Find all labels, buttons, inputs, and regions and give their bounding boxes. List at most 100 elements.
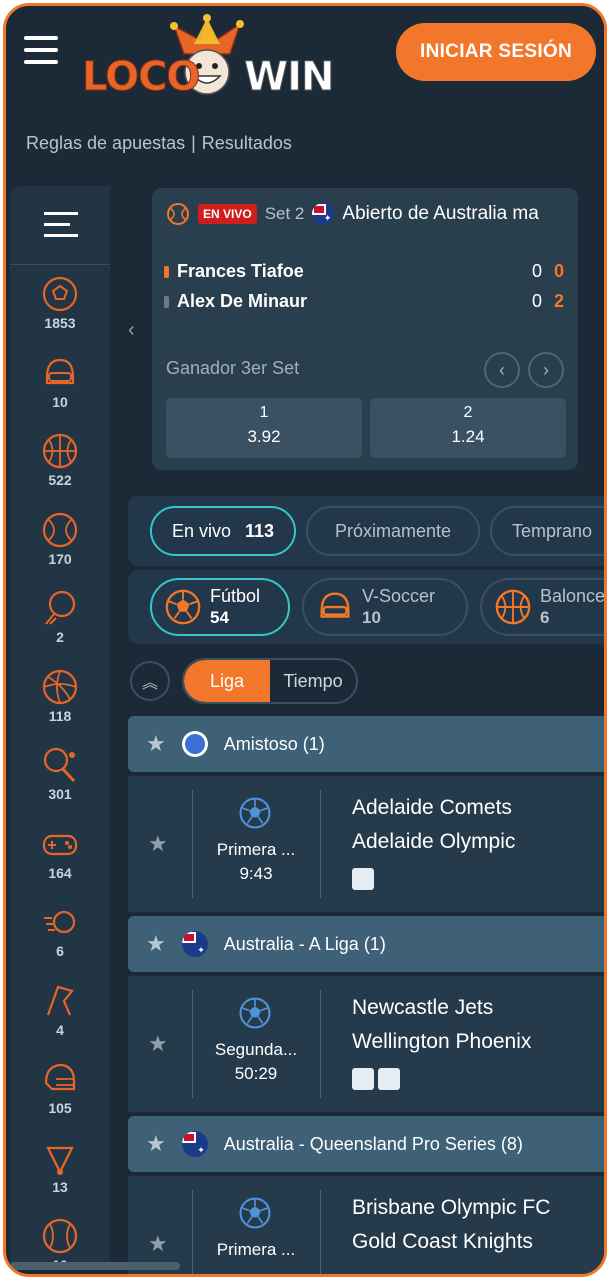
sport-count: 522 [48, 472, 72, 488]
link-separator: | [191, 133, 196, 153]
player-2-sets: 0 [532, 291, 543, 311]
sidebar-sport-item[interactable]: 164 [10, 824, 110, 902]
live-match-card[interactable]: EN VIVO Set 2 Abierto de Australia ma Fr… [152, 188, 578, 470]
match-period: Primera ... [216, 1240, 296, 1259]
sport-count: 10 [362, 608, 381, 627]
sidebar-sport-item[interactable]: 2 [10, 588, 110, 666]
sport-count: 1853 [44, 315, 76, 331]
sport-count: 164 [48, 864, 72, 881]
sport-filter-bar: Fútbol 54 V-Soccer 10 Balonce 6 [128, 570, 606, 644]
league-name: Australia - Queensland Pro Series (8) [223, 1133, 523, 1154]
toggle-league[interactable]: Liga [184, 660, 270, 702]
home-team: Adelaide Comets [352, 796, 512, 819]
market-prev-button[interactable]: ‹ [484, 352, 520, 388]
sidebar-sport-item[interactable]: 4 [10, 981, 110, 1059]
toggle-time[interactable]: Tiempo [270, 660, 356, 702]
odd-button-1[interactable]: 1 3.92 [166, 398, 362, 458]
star-icon[interactable]: ★ [148, 831, 168, 857]
stats-icon[interactable] [378, 1068, 400, 1090]
away-team: Gold Coast Knights [352, 1230, 533, 1253]
serve-indicator [164, 295, 169, 308]
basketball-icon [495, 589, 531, 625]
betting-rules-link[interactable]: Reglas de apuestas [26, 133, 185, 153]
australia-flag-icon [181, 931, 208, 957]
league-name: Amistoso (1) [223, 733, 325, 754]
odd-label: 2 [463, 404, 473, 421]
star-icon[interactable]: ★ [146, 931, 166, 957]
login-button[interactable]: INICIAR SESIÓN [396, 23, 596, 81]
sport-pill-vsoccer[interactable]: V-Soccer 10 [302, 578, 468, 636]
next-live-card[interactable] [604, 188, 607, 470]
away-team: Wellington Phoenix [352, 1030, 532, 1053]
player-name: Alex De Minaur [177, 291, 308, 311]
divider [320, 790, 321, 898]
esports-helmet-icon [45, 358, 75, 384]
sport-name: V-Soccer [362, 586, 436, 606]
australia-flag-icon [312, 203, 335, 225]
sidebar-sport-item[interactable]: 6 [10, 902, 110, 980]
filter-early[interactable]: Temprano [490, 506, 604, 556]
match-period: Segunda... [214, 1040, 298, 1059]
horizontal-scrollbar[interactable] [10, 1262, 180, 1270]
soccer-ball-icon [239, 1197, 271, 1229]
sidebar-sport-item[interactable]: 301 [10, 745, 110, 823]
soccer-ball-icon [239, 797, 271, 829]
stats-icon[interactable] [352, 868, 374, 890]
sidebar-menu-icon[interactable] [44, 212, 78, 245]
time-filter-bar: En vivo 113 Próximamente Temprano [128, 496, 604, 566]
sport-count: 105 [48, 1100, 72, 1116]
sidebar-sport-item[interactable]: 522 [10, 431, 110, 509]
filter-live[interactable]: En vivo 113 [150, 506, 296, 556]
away-team: Adelaide Olympic [352, 830, 516, 853]
logo[interactable]: LOCO WIN [81, 14, 335, 102]
league-header[interactable]: ★ Australia - Queensland Pro Series (8) [128, 1116, 604, 1172]
match-row[interactable]: ★ Primera ... 9:43 Adelaide Comets Adela… [128, 776, 604, 912]
sport-pill-basketball[interactable]: Balonce 6 [480, 578, 606, 636]
star-icon[interactable]: ★ [146, 1131, 166, 1157]
sidebar-sport-item[interactable]: 1853 [10, 274, 110, 352]
star-icon[interactable]: ★ [148, 1231, 168, 1257]
collapse-all-button[interactable]: ︽ [130, 661, 170, 701]
odd-label: 1 [259, 404, 269, 421]
set-label: Set 2 [264, 204, 305, 223]
odd-button-2[interactable]: 2 1.24 [370, 398, 566, 458]
league-header[interactable]: ★ Amistoso (1) [128, 716, 604, 772]
soccer-ball-icon [165, 589, 201, 625]
player-2: Alex De Minaur [164, 291, 307, 312]
player-2-games: 2 [554, 291, 565, 311]
serve-indicator [164, 265, 169, 278]
hamburger-menu-icon[interactable] [24, 36, 58, 66]
sidebar-sport-item[interactable]: 105 [10, 1059, 110, 1137]
carousel-prev-icon[interactable]: ‹ [128, 319, 135, 342]
match-row[interactable]: ★ Segunda... 50:29 Newcastle Jets Wellin… [128, 976, 604, 1112]
star-icon[interactable]: ★ [148, 1031, 168, 1057]
filter-upcoming[interactable]: Próximamente [306, 506, 480, 556]
sidebar-sport-item[interactable]: 170 [10, 510, 110, 588]
tournament-name: Abierto de Australia ma [342, 203, 539, 224]
filter-label: Temprano [512, 520, 593, 541]
star-icon[interactable]: ★ [146, 731, 166, 757]
international-flag-icon [181, 731, 208, 757]
sport-name: Balonce [540, 586, 606, 606]
filter-count: 113 [244, 520, 275, 541]
sidebar-sport-item[interactable]: 13 [10, 1138, 110, 1216]
baseball-icon [42, 1218, 78, 1254]
player-1-games: 0 [554, 261, 565, 281]
league-name: Australia - A Liga (1) [223, 933, 386, 954]
market-next-button[interactable]: › [528, 352, 564, 388]
header: LOCO WIN INICIAR SESIÓN [6, 6, 604, 106]
shuttlecock-icon [46, 1146, 74, 1175]
results-link[interactable]: Resultados [202, 133, 292, 153]
filter-label: En vivo [171, 520, 231, 541]
match-row[interactable]: ★ Primera ... Brisbane Olympic FC Gold C… [128, 1176, 604, 1274]
racing-flags-icon [46, 985, 74, 1015]
sidebar-sport-item[interactable]: 118 [10, 667, 110, 745]
live-card-header: EN VIVO Set 2 Abierto de Australia ma [166, 202, 539, 226]
league-header[interactable]: ★ Australia - A Liga (1) [128, 916, 604, 972]
sidebar-sport-item[interactable]: 10 [10, 353, 110, 431]
home-team: Newcastle Jets [352, 996, 494, 1019]
sport-count: 4 [56, 1021, 64, 1038]
field-icon[interactable] [352, 1068, 374, 1090]
sport-pill-football[interactable]: Fútbol 54 [150, 578, 290, 636]
sports-sidebar: 1853105221702118301164641051310 [10, 186, 110, 1273]
